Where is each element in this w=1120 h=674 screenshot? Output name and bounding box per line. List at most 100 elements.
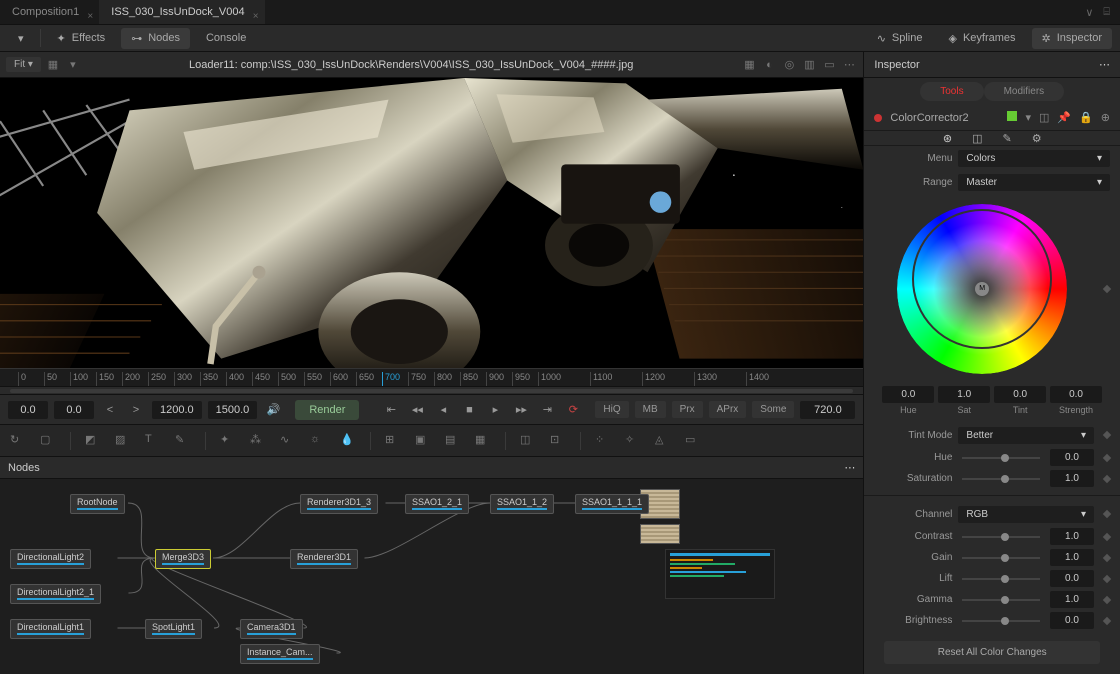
loop-icon[interactable]: ⟳ [563, 400, 583, 420]
slider-track[interactable] [962, 478, 1040, 480]
goto-start-icon[interactable]: ⇤ [381, 400, 401, 420]
range-start[interactable]: 1200.0 [152, 401, 202, 419]
slider-thumb[interactable] [1001, 554, 1009, 562]
wheel-center[interactable]: M [975, 282, 989, 296]
node-r3d13[interactable]: Renderer3D1_3 [300, 494, 378, 514]
slider-track[interactable] [962, 620, 1040, 622]
paint-icon[interactable]: ▨ [115, 433, 131, 449]
keyframe-diamond[interactable] [1103, 595, 1111, 603]
overview[interactable] [665, 549, 775, 599]
keyframe-diamond[interactable] [1103, 285, 1111, 293]
more-icon[interactable]: ⋯ [1099, 52, 1110, 77]
chevron-down-icon[interactable]: ▾ [1025, 111, 1031, 124]
node-dl2[interactable]: DirectionalLight2 [10, 549, 91, 569]
viewer[interactable] [0, 78, 863, 368]
slider-thumb[interactable] [1001, 533, 1009, 541]
some-button[interactable]: Some [752, 401, 794, 418]
versions-icon[interactable]: ◫ [1039, 111, 1049, 124]
audio-icon[interactable]: 🔊 [263, 400, 283, 420]
keyframe-diamond[interactable] [1103, 616, 1111, 624]
matte-icon[interactable]: ▤ [445, 433, 461, 449]
hiq-button[interactable]: HiQ [595, 401, 628, 418]
timeline-ruler[interactable]: 0501001502002503003504004505005506006507… [0, 368, 863, 386]
node-ssao1111[interactable]: SSAO1_1_1_1 [575, 494, 649, 514]
inspector-button[interactable]: ✲ Inspector [1032, 28, 1112, 49]
node-r3d1[interactable]: Renderer3D1 [290, 549, 358, 569]
stop-icon[interactable]: ■ [459, 400, 479, 420]
slider-thumb[interactable] [1001, 596, 1009, 604]
time-current[interactable]: 0.0 [54, 401, 94, 419]
particle-icon[interactable]: ⁘ [595, 433, 611, 449]
nodes-area[interactable]: RootNode DirectionalLight2 DirectionalLigh… [0, 478, 863, 674]
reset-button[interactable]: Reset All Color Changes [884, 641, 1100, 664]
tab-composition1[interactable]: Composition1 × [0, 0, 99, 24]
enable-dot[interactable] [874, 114, 882, 122]
color-swatch[interactable] [1007, 111, 1017, 121]
path-icon[interactable]: ∿ [280, 433, 296, 449]
correction-tab-icon[interactable]: ⊛ [943, 132, 952, 145]
grid-icon[interactable]: ▦ [741, 57, 757, 73]
blur-icon[interactable]: 💧 [340, 433, 356, 449]
slider-track[interactable] [962, 457, 1040, 459]
single-icon[interactable]: ▭ [821, 57, 837, 73]
tintmode-dropdown[interactable]: Better▾ [958, 427, 1094, 444]
levels-tab-icon[interactable]: ◫ [972, 132, 982, 145]
more-icon[interactable]: ⋯ [841, 57, 857, 73]
keyframe-diamond[interactable] [1103, 553, 1111, 561]
thumbnail[interactable] [640, 524, 680, 544]
chevron-left-icon[interactable]: ∨ [1085, 6, 1093, 19]
bg-icon[interactable]: ▢ [40, 433, 56, 449]
resize-icon[interactable]: ⊡ [550, 433, 566, 449]
keyframe-diamond[interactable] [1103, 454, 1111, 462]
node-inst[interactable]: Instance_Cam... [240, 644, 320, 664]
effects-button[interactable]: ✦ Effects [47, 28, 116, 49]
reset-icon[interactable]: ⊕ [1101, 111, 1110, 124]
node-cam[interactable]: Camera3D1 [240, 619, 303, 639]
range-end[interactable]: 1500.0 [208, 401, 258, 419]
node-spot[interactable]: SpotLight1 [145, 619, 202, 639]
fit-dropdown[interactable]: Fit ▾ [6, 57, 41, 72]
goto-end-icon[interactable]: ⇥ [537, 400, 557, 420]
time-in[interactable]: 0.0 [8, 401, 48, 419]
mb-button[interactable]: MB [635, 401, 666, 418]
slider-value[interactable]: 1.0 [1050, 528, 1094, 545]
slider-thumb[interactable] [1001, 617, 1009, 625]
keyframe-diamond[interactable] [1103, 532, 1111, 540]
camera-icon[interactable]: ▭ [685, 433, 701, 449]
prx-button[interactable]: Prx [672, 401, 703, 418]
lock-icon[interactable]: 🔒 [1079, 111, 1093, 124]
split-icon[interactable]: ▥ [801, 57, 817, 73]
node-root[interactable]: RootNode [70, 494, 125, 514]
scrollbar[interactable] [10, 389, 853, 393]
slider-value[interactable]: 0.0 [1050, 449, 1094, 466]
node-dl1[interactable]: DirectionalLight1 [10, 619, 91, 639]
dropdown-icon[interactable]: ▾ [8, 28, 34, 49]
sparkle-icon[interactable]: ✦ [220, 433, 236, 449]
keyframe-diamond[interactable] [1103, 574, 1111, 582]
nodes-button[interactable]: ⊶ Nodes [121, 28, 190, 49]
channel-icon[interactable]: ◐ [761, 57, 777, 73]
console-button[interactable]: Console [196, 28, 256, 48]
slider-thumb[interactable] [1001, 475, 1009, 483]
readout-value[interactable]: 0.0 [882, 386, 934, 403]
slider-track[interactable] [962, 578, 1040, 580]
light-icon[interactable]: ◬ [655, 433, 671, 449]
render-button[interactable]: Render [295, 400, 359, 420]
merge-icon[interactable]: ⊞ [385, 433, 401, 449]
readout-value[interactable]: 0.0 [994, 386, 1046, 403]
pin-icon[interactable]: 📌 [1057, 111, 1071, 124]
fps-display[interactable]: 720.0 [800, 401, 855, 419]
xf-icon[interactable]: ▣ [415, 433, 431, 449]
layout-icon[interactable]: ▦ [45, 57, 61, 73]
slider-value[interactable]: 1.0 [1050, 591, 1094, 608]
menu-dropdown[interactable]: Colors▾ [958, 150, 1110, 167]
slider-track[interactable] [962, 557, 1040, 559]
aprx-button[interactable]: APrx [709, 401, 747, 418]
slider-thumb[interactable] [1001, 454, 1009, 462]
wand-icon[interactable]: ⁂ [250, 433, 266, 449]
stereo-icon[interactable]: ◎ [781, 57, 797, 73]
keyframe-diamond[interactable] [1103, 431, 1111, 439]
chevron-down-icon[interactable]: ▾ [65, 57, 81, 73]
readout-value[interactable]: 1.0 [938, 386, 990, 403]
slider-value[interactable]: 0.0 [1050, 570, 1094, 587]
